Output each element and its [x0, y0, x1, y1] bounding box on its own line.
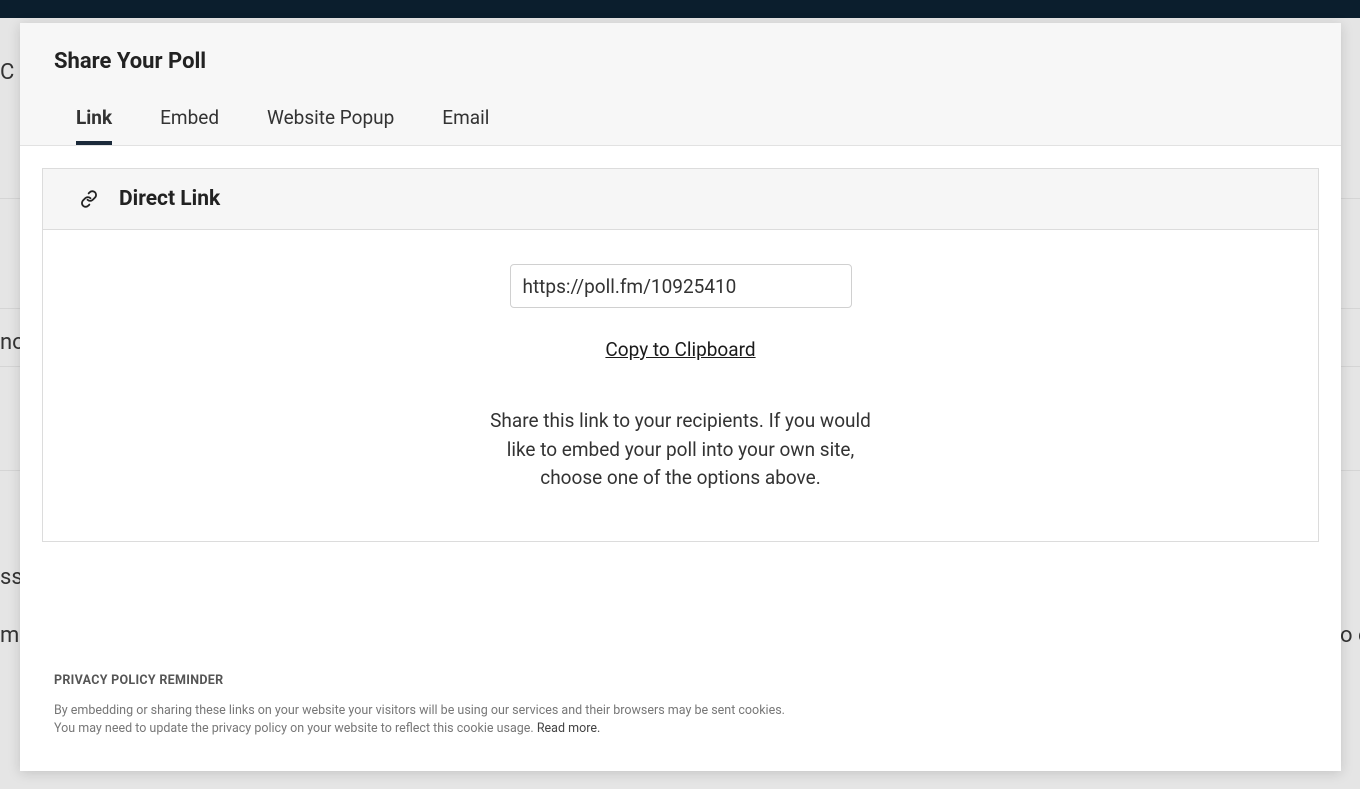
tab-embed[interactable]: Embed: [160, 106, 219, 145]
privacy-line-2: You may need to update the privacy polic…: [54, 721, 537, 736]
card-header: Direct Link: [43, 169, 1318, 230]
tab-email[interactable]: Email: [442, 106, 489, 145]
direct-link-card: Direct Link Copy to Clipboard Share this…: [42, 168, 1319, 542]
privacy-line-1: By embedding or sharing these links on y…: [54, 703, 785, 718]
read-more-link[interactable]: Read more.: [537, 721, 600, 736]
modal-title: Share Your Poll: [54, 49, 1307, 74]
privacy-footer-title: PRIVACY POLICY REMINDER: [54, 673, 1307, 688]
card-title: Direct Link: [119, 187, 220, 211]
modal-body[interactable]: Direct Link Copy to Clipboard Share this…: [20, 145, 1341, 771]
app-topbar: [0, 0, 1360, 18]
direct-link-input[interactable]: [510, 264, 852, 308]
help-text: Share this link to your recipients. If y…: [481, 407, 881, 493]
link-icon: [77, 190, 101, 208]
privacy-footer-text: By embedding or sharing these links on y…: [54, 702, 1307, 740]
copy-to-clipboard-button[interactable]: Copy to Clipboard: [605, 338, 755, 361]
card-body: Copy to Clipboard Share this link to you…: [43, 230, 1318, 541]
bg-text-fragment: m: [0, 623, 19, 648]
modal-header: Share Your Poll Link Embed Website Popup…: [20, 23, 1341, 145]
privacy-footer: PRIVACY POLICY REMINDER By embedding or …: [42, 661, 1319, 750]
tab-website-popup[interactable]: Website Popup: [267, 106, 394, 145]
tabs: Link Embed Website Popup Email: [54, 106, 1307, 145]
bg-text-fragment: o e: [1340, 623, 1360, 648]
tab-link[interactable]: Link: [76, 106, 112, 145]
share-poll-modal: Share Your Poll Link Embed Website Popup…: [20, 23, 1341, 771]
